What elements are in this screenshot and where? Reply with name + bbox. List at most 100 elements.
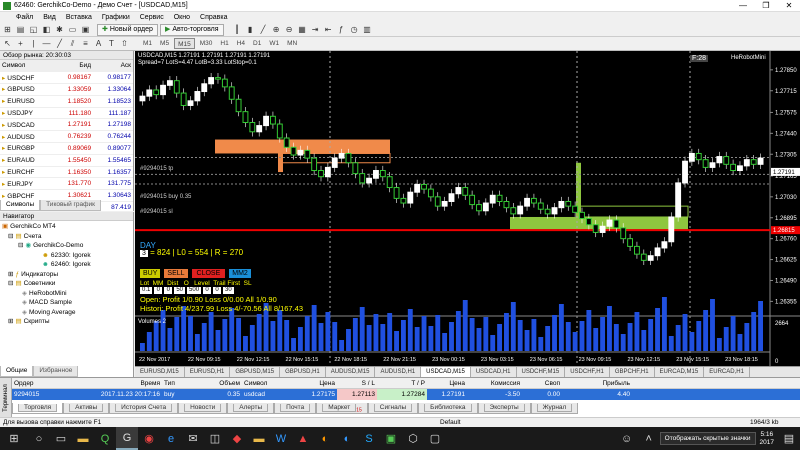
terminal-col-header[interactable]: S / L xyxy=(337,378,377,388)
market-watch-row[interactable]: ▸ USDJPY 111.180 111.187 xyxy=(0,107,133,120)
nav-scripts[interactable]: ⊞ ▤ Скрипты xyxy=(2,317,131,327)
market-watch-row[interactable]: ▸ GBPUSD 1.33059 1.33064 xyxy=(0,83,133,96)
tf-m15[interactable]: M15 xyxy=(174,38,195,49)
autotrading-button[interactable]: ▶ Авто-торговля xyxy=(159,23,224,36)
app-orange-icon[interactable]: ◐ xyxy=(314,427,336,450)
market-watch-row[interactable]: ▸ EURUSD 1.18520 1.18523 xyxy=(0,95,133,108)
market-watch-row[interactable]: ▸ EURJPY 131.770 131.775 xyxy=(0,177,133,191)
bar-chart-icon[interactable]: ┃ xyxy=(232,24,243,35)
param-value-box[interactable]: 0 xyxy=(154,287,163,294)
nav-server[interactable]: ⊟ ◉ GerchikCo-Demo xyxy=(2,241,131,251)
zoom-out-icon[interactable]: ⊖ xyxy=(284,24,295,35)
tab-favorites[interactable]: Избранное xyxy=(33,366,79,377)
close-all-button[interactable]: CLOSE xyxy=(191,269,226,278)
app-square-icon[interactable]: ▢ xyxy=(424,427,446,450)
market-watch-row[interactable]: ▸ EURAUD 1.55450 1.55465 xyxy=(0,154,133,167)
terminal-tab[interactable]: Новости xyxy=(178,403,228,414)
terminal-col-header[interactable]: Прибыль xyxy=(562,378,632,388)
chart-tab[interactable]: GBPUSD,M15 xyxy=(230,367,281,377)
navigator-icon[interactable]: ✱ xyxy=(54,24,65,35)
new-chart-icon[interactable]: ⊞ xyxy=(2,24,13,35)
menu-insert[interactable]: Вставка xyxy=(66,14,92,21)
terminal-tab[interactable]: Сигналы xyxy=(367,403,419,414)
terminal-tab[interactable]: Торговля xyxy=(12,403,64,414)
data-window-icon[interactable]: ◧ xyxy=(41,24,52,35)
edge-icon[interactable]: e xyxy=(160,427,182,450)
price-chart[interactable]: 1.27850 1.27715 1.27575 1.27440 1.27305 1.271… xyxy=(135,51,800,366)
indicators-icon[interactable]: ƒ xyxy=(336,24,347,35)
terminal-col-header[interactable]: T / P xyxy=(377,378,427,388)
param-value-box[interactable]: 50 xyxy=(174,287,186,294)
people-icon[interactable]: ☺ xyxy=(616,427,638,450)
horizontal-line-icon[interactable]: — xyxy=(41,38,52,49)
nav-account-62460[interactable]: ☻ 62460: Igorek xyxy=(2,260,131,270)
nav-account-62330[interactable]: ☻ 62330: Igorek xyxy=(2,251,131,261)
tile-icon[interactable]: ▦ xyxy=(297,24,308,35)
chart-tab[interactable]: AUDUSD,M15 xyxy=(326,367,376,377)
label-icon[interactable]: T xyxy=(106,38,117,49)
tab-common[interactable]: Общие xyxy=(0,366,34,377)
market-watch-row[interactable]: ▸ AUDUSD 0.76239 0.76244 xyxy=(0,130,133,144)
nav-accounts[interactable]: ⊟ ▤ Счета xyxy=(2,232,131,242)
param-value-box[interactable]: 500 xyxy=(187,287,202,294)
tf-m5[interactable]: M5 xyxy=(157,38,172,49)
menu-file[interactable]: Файл xyxy=(16,14,33,21)
app-red-icon[interactable]: ▲ xyxy=(292,427,314,450)
zoom-in-icon[interactable]: ⊕ xyxy=(271,24,282,35)
order-row[interactable]: 9294015 2017.11.23 20:17:16 buy 0.35 usdcad 1… xyxy=(12,389,800,400)
terminal-tab[interactable]: Почта xyxy=(274,403,317,414)
market-watch-row[interactable]: ▸ EURGBP 0.89069 0.89077 xyxy=(0,142,133,155)
store-icon[interactable]: ◫ xyxy=(204,427,226,450)
autoscroll-icon[interactable]: ⇥ xyxy=(310,24,321,35)
chart-tab[interactable]: USDCAD,M15 xyxy=(421,367,471,377)
tray-chevron-icon[interactable]: ˄ xyxy=(638,427,660,450)
terminal-tab[interactable]: Библиотека xyxy=(418,403,478,414)
chart-tab[interactable]: USDCHF,M15 xyxy=(517,367,566,377)
chart-shift-icon[interactable]: ⇤ xyxy=(323,24,334,35)
app-blue-icon[interactable]: ◐ xyxy=(336,427,358,450)
terminal-col-header[interactable]: Ордер xyxy=(12,378,72,388)
menu-charts[interactable]: Графики xyxy=(102,14,130,21)
tf-h1[interactable]: H1 xyxy=(217,38,231,49)
tester-icon[interactable]: ▣ xyxy=(80,24,91,35)
text-icon[interactable]: A xyxy=(93,38,104,49)
maximize-button[interactable]: ❐ xyxy=(755,0,777,12)
arrows-icon[interactable]: ⇧ xyxy=(119,38,130,49)
tf-d1[interactable]: D1 xyxy=(250,38,264,49)
chart-window[interactable]: 1.27850 1.27715 1.27575 1.27440 1.27305 1.271… xyxy=(135,51,800,366)
sell-button[interactable]: SELL xyxy=(164,269,188,278)
app-green-icon[interactable]: ▣ xyxy=(380,427,402,450)
menu-window[interactable]: Окно xyxy=(174,14,190,21)
channel-icon[interactable]: ⫽ xyxy=(67,38,78,49)
param-value-box[interactable]: 0 xyxy=(164,287,173,294)
chart-tab[interactable]: AUDUSD,H1 xyxy=(375,367,422,377)
folder-icon[interactable]: ▬ xyxy=(248,427,270,450)
nav-experts[interactable]: ⊟ ▤ Советники xyxy=(2,279,131,289)
chrome-icon[interactable]: ◉ xyxy=(138,427,160,450)
chart-tab[interactable]: GBPUSD,H1 xyxy=(280,367,326,377)
candle-chart-icon[interactable]: ▮ xyxy=(245,24,256,35)
terminal-tab[interactable]: История Счета xyxy=(109,403,179,414)
menu-tools[interactable]: Сервис xyxy=(140,14,164,21)
notifications-icon[interactable]: ▤ xyxy=(778,427,800,450)
col-ask[interactable]: Аск xyxy=(93,60,133,73)
trendline-icon[interactable]: ╱ xyxy=(54,38,65,49)
app-icon[interactable]: ◆ xyxy=(226,427,248,450)
market-watch-row[interactable]: ▸ USDCAD 1.27191 1.27198 xyxy=(0,118,133,132)
terminal-col-header[interactable]: Время xyxy=(72,378,162,388)
task-view-icon[interactable]: ▭ xyxy=(50,427,72,450)
terminal-col-header[interactable]: Тип xyxy=(162,378,197,388)
param-value-box[interactable]: 0 xyxy=(213,287,222,294)
nav-moving-average[interactable]: ◈ Moving Average xyxy=(2,308,131,318)
chart-tab[interactable]: EURUSD,H1 xyxy=(185,367,231,377)
close-button[interactable]: ✕ xyxy=(778,0,800,12)
terminal-col-header[interactable]: Цена xyxy=(427,378,467,388)
terminal-icon[interactable]: ▭ xyxy=(67,24,78,35)
param-value-box[interactable]: 0.1 xyxy=(140,287,153,294)
chart-tab[interactable]: EURUSD,M15 xyxy=(135,367,185,377)
tf-w1[interactable]: W1 xyxy=(266,38,282,49)
tf-m30[interactable]: M30 xyxy=(197,38,216,49)
tf-mn[interactable]: MN xyxy=(284,38,300,49)
terminal-tab[interactable]: Активы xyxy=(63,403,110,414)
param-value-box[interactable]: 0 xyxy=(203,287,212,294)
